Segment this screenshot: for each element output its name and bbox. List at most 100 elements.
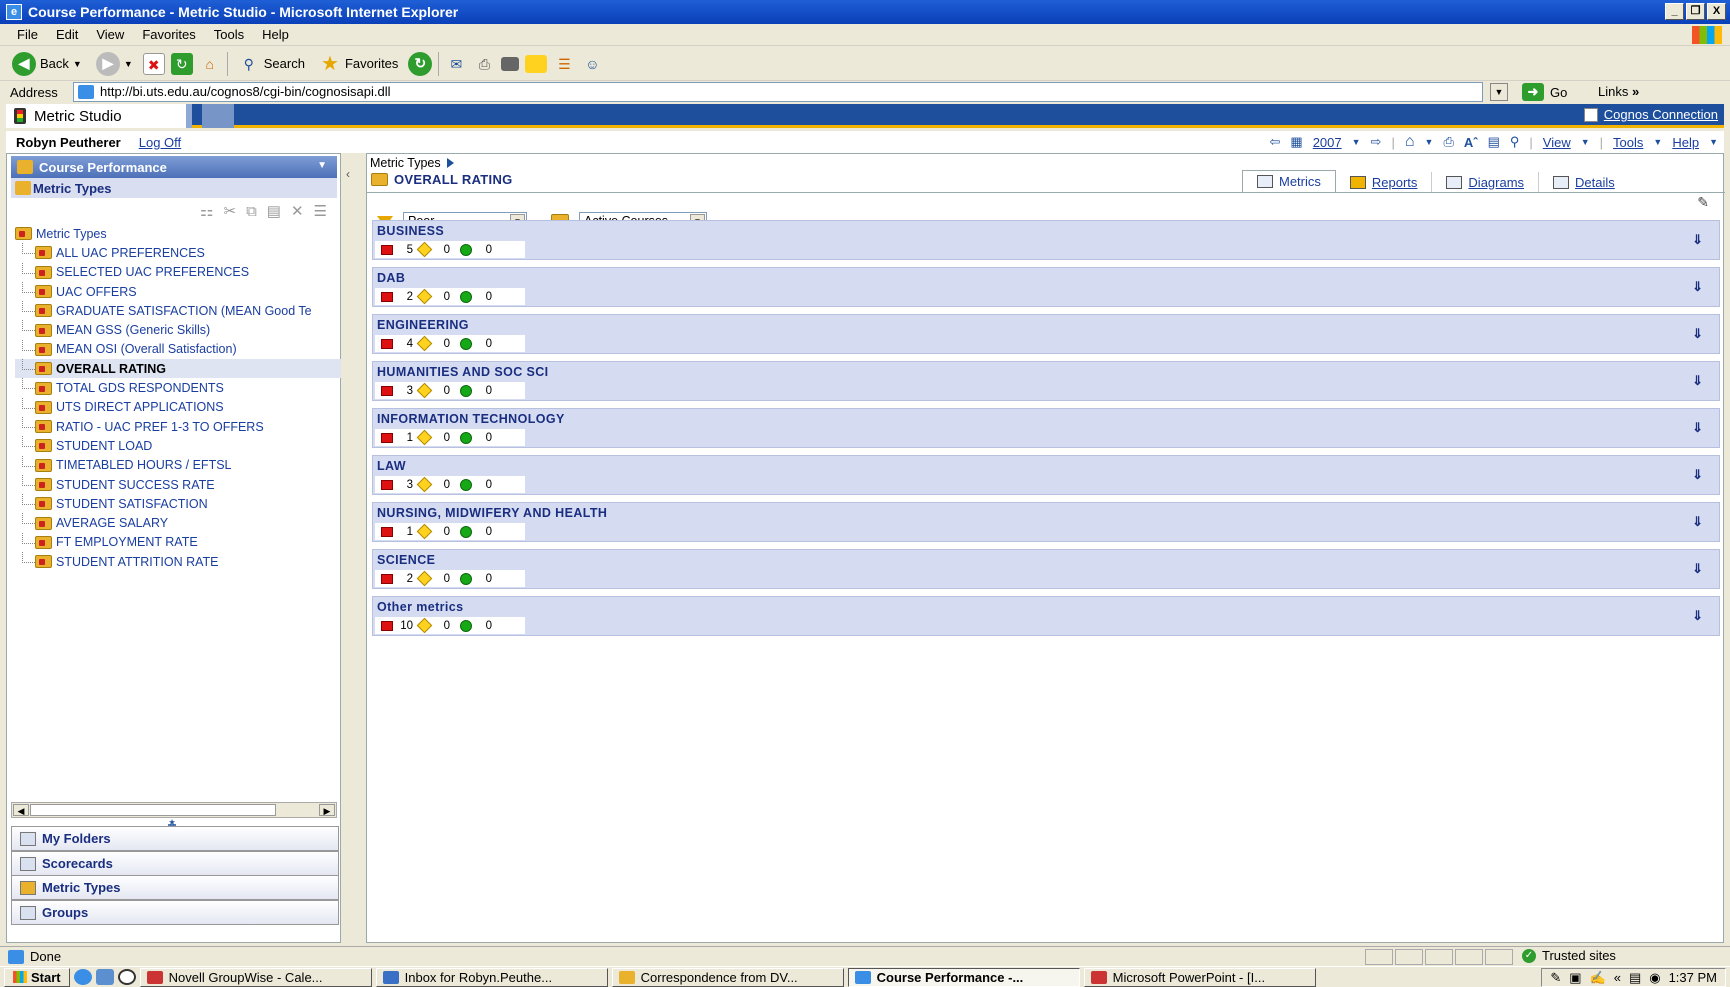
- cognos-connection-link[interactable]: Cognos Connection: [1583, 107, 1718, 122]
- view-menu[interactable]: View: [1543, 135, 1571, 150]
- volume-icon[interactable]: ◉: [1649, 970, 1660, 986]
- signature-icon[interactable]: ✍: [1590, 970, 1606, 986]
- tree-item[interactable]: MEAN OSI (Overall Satisfaction): [15, 339, 341, 359]
- refresh-icon[interactable]: ↻: [170, 52, 193, 75]
- mail-icon[interactable]: ✉: [445, 53, 467, 75]
- expand-chevron-icon[interactable]: ⇓: [1692, 326, 1703, 342]
- group-name[interactable]: ENGINEERING: [377, 318, 469, 332]
- dropdown-arrow-icon[interactable]: ▼: [1653, 137, 1662, 147]
- tree-item[interactable]: MEAN GSS (Generic Skills): [15, 320, 341, 339]
- book-icon[interactable]: ▤: [1488, 134, 1500, 150]
- print-icon[interactable]: ⎙: [473, 53, 495, 75]
- expand-chevron-icon[interactable]: ⇓: [1692, 467, 1703, 483]
- tree-item[interactable]: AVERAGE SALARY: [15, 513, 341, 532]
- tree-item[interactable]: STUDENT SUCCESS RATE: [15, 474, 341, 494]
- help-menu[interactable]: Help: [1672, 135, 1699, 150]
- font-size-icon[interactable]: Aˆ: [1464, 135, 1478, 150]
- discuss-icon[interactable]: [525, 54, 548, 73]
- dropdown-arrow-icon[interactable]: ▼: [1425, 137, 1434, 147]
- links-button[interactable]: Links »: [1598, 84, 1639, 99]
- dropdown-arrow-icon[interactable]: ▼: [1581, 137, 1590, 147]
- ie-quicklaunch-icon[interactable]: [73, 969, 92, 985]
- group-name[interactable]: HUMANITIES AND SOC SCI: [377, 365, 549, 379]
- research-icon[interactable]: ☰: [553, 53, 575, 75]
- close-button[interactable]: X: [1707, 3, 1726, 20]
- dropdown-arrow-icon[interactable]: ▼: [1709, 137, 1718, 147]
- next-period-icon[interactable]: ⇨: [1371, 134, 1382, 150]
- home-icon[interactable]: ⌂: [199, 53, 221, 75]
- log-off-link[interactable]: Log Off: [139, 135, 181, 150]
- edit-pencil-icon[interactable]: ✎: [1697, 194, 1709, 211]
- tree-item[interactable]: OVERALL RATING: [15, 359, 341, 379]
- scroll-left-icon[interactable]: ◀: [13, 804, 29, 816]
- start-button[interactable]: Start: [4, 967, 70, 987]
- dropdown-arrow-icon[interactable]: ▼: [1352, 137, 1361, 147]
- menu-favorites[interactable]: Favorites: [133, 27, 204, 42]
- tree-item[interactable]: STUDENT LOAD: [15, 436, 341, 455]
- menu-file[interactable]: File: [8, 27, 47, 42]
- expand-chevron-icon[interactable]: ⇓: [1692, 514, 1703, 530]
- previous-period-icon[interactable]: ⇦: [1270, 134, 1281, 150]
- tab-diagrams[interactable]: Diagrams: [1432, 172, 1540, 192]
- search-button[interactable]: ⚲ Search: [234, 53, 309, 75]
- group-name[interactable]: SCIENCE: [377, 553, 435, 567]
- menu-tools[interactable]: Tools: [205, 27, 253, 42]
- tree-item[interactable]: RATIO - UAC PREF 1-3 TO OFFERS: [15, 416, 341, 436]
- tree-item[interactable]: TOTAL GDS RESPONDENTS: [15, 378, 341, 397]
- tree-item[interactable]: UAC OFFERS: [15, 281, 341, 301]
- tree-item[interactable]: STUDENT SATISFACTION: [15, 494, 341, 513]
- search-icon[interactable]: ⚲: [1510, 134, 1520, 150]
- group-name[interactable]: INFORMATION TECHNOLOGY: [377, 412, 565, 426]
- panel-splitter[interactable]: ‹: [345, 153, 354, 943]
- menu-help[interactable]: Help: [253, 27, 298, 42]
- year-selector[interactable]: 2007: [1313, 135, 1342, 150]
- history-icon[interactable]: ↻: [408, 51, 433, 76]
- network-icon[interactable]: ▤: [1629, 970, 1641, 986]
- restore-button[interactable]: ❐: [1686, 3, 1705, 20]
- taskbar-button[interactable]: Microsoft PowerPoint - [I...: [1083, 967, 1316, 987]
- horizontal-scrollbar[interactable]: ◀ ▶: [11, 802, 337, 818]
- menu-view[interactable]: View: [87, 27, 133, 42]
- group-name[interactable]: BUSINESS: [377, 224, 444, 238]
- tree-item[interactable]: UTS DIRECT APPLICATIONS: [15, 397, 341, 417]
- taskbar-button[interactable]: Correspondence from DV...: [611, 967, 844, 987]
- menu-edit[interactable]: Edit: [47, 27, 87, 42]
- tree-item[interactable]: ALL UAC PREFERENCES: [15, 243, 341, 262]
- address-input[interactable]: http://bi.uts.edu.au/cognos8/cgi-bin/cog…: [73, 82, 1483, 102]
- expand-chevron-icon[interactable]: ⇓: [1692, 232, 1703, 248]
- scorecard-selector[interactable]: Course Performance ▼: [11, 156, 337, 178]
- expand-chevron-icon[interactable]: ⇓: [1692, 561, 1703, 577]
- messenger-icon[interactable]: ☺: [581, 53, 603, 75]
- tree-item[interactable]: SELECTED UAC PREFERENCES: [15, 262, 341, 282]
- tree-item[interactable]: TIMETABLED HOURS / EFTSL: [15, 455, 341, 475]
- tab-details[interactable]: Details: [1539, 172, 1629, 192]
- tray-expand-icon[interactable]: «: [1614, 970, 1621, 985]
- address-dropdown-button[interactable]: ▼: [1490, 83, 1508, 101]
- expand-chevron-icon[interactable]: ⇓: [1692, 420, 1703, 436]
- scroll-right-icon[interactable]: ▶: [319, 804, 335, 816]
- copy-icon[interactable]: ⧉: [246, 203, 257, 220]
- go-button[interactable]: ➜ Go: [1522, 83, 1567, 101]
- pen-icon[interactable]: ✎: [1550, 970, 1561, 986]
- tree-root[interactable]: Metric Types: [15, 224, 341, 243]
- media-player-icon[interactable]: [117, 969, 136, 985]
- group-name[interactable]: LAW: [377, 459, 406, 473]
- forward-button[interactable]: ▶ ▼: [92, 51, 137, 76]
- delete-icon[interactable]: ✕: [291, 202, 304, 220]
- collapse-left-icon[interactable]: ‹: [346, 167, 350, 181]
- tools-menu[interactable]: Tools: [1613, 135, 1643, 150]
- tree-item[interactable]: FT EMPLOYMENT RATE: [15, 532, 341, 552]
- scroll-thumb[interactable]: [30, 804, 276, 816]
- expand-chevron-icon[interactable]: ⇓: [1692, 608, 1703, 624]
- new-metric-type-icon[interactable]: ⚏: [200, 202, 213, 220]
- group-name[interactable]: DAB: [377, 271, 405, 285]
- expand-chevron-icon[interactable]: ⇓: [1692, 279, 1703, 295]
- back-button[interactable]: ◀ Back ▼: [8, 51, 86, 76]
- edit-icon[interactable]: [501, 56, 520, 71]
- taskbar-button[interactable]: Course Performance -...: [847, 967, 1080, 987]
- nav-scorecards[interactable]: Scorecards: [11, 851, 339, 876]
- breadcrumb-item[interactable]: Metric Types: [370, 156, 441, 170]
- stop-icon[interactable]: ✖: [142, 52, 165, 75]
- properties-icon[interactable]: ☰: [314, 202, 327, 220]
- expand-chevron-icon[interactable]: ⇓: [1692, 373, 1703, 389]
